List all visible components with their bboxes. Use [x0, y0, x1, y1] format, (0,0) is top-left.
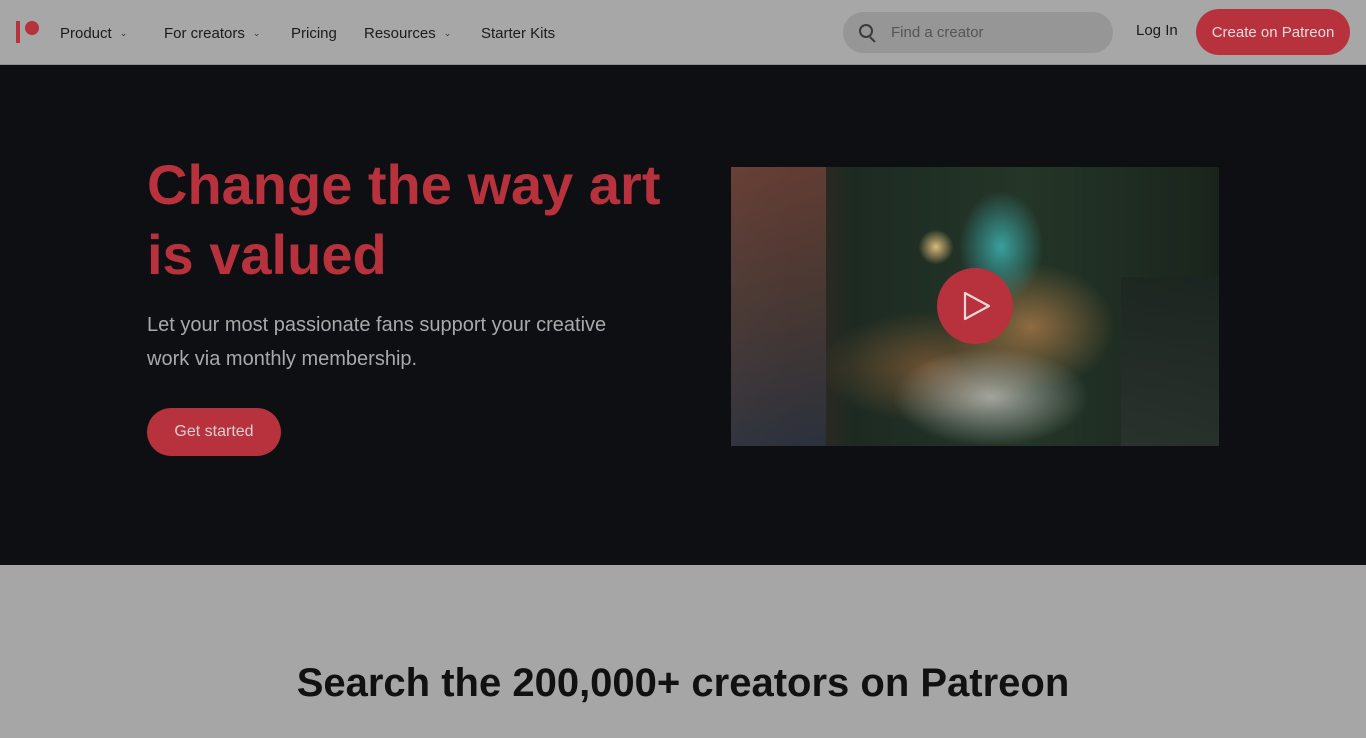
search-icon: [859, 23, 877, 43]
nav-item-label: Starter Kits: [481, 24, 556, 42]
hero-title: Change the way art is valued: [147, 153, 661, 286]
play-icon: [963, 291, 991, 321]
nav-item-label: For creators: [164, 24, 245, 42]
create-on-patreon-button[interactable]: Create on Patreon: [1196, 9, 1350, 55]
hero-subtitle: Let your most passionate fans support yo…: [147, 314, 607, 370]
login-link[interactable]: Log In: [1136, 22, 1178, 39]
creator-search-section: Search the 200,000+ creators on Patreon: [0, 565, 1366, 738]
nav-item-label: Pricing: [291, 24, 337, 42]
chevron-down-icon: ⌄: [252, 27, 261, 38]
patreon-logo[interactable]: [16, 19, 42, 45]
search-input[interactable]: [891, 24, 1091, 41]
logo-bar: [16, 21, 20, 43]
nav-item-starter-kits[interactable]: Starter Kits: [481, 22, 555, 44]
hero-section: Change the way art is valued Let your mo…: [0, 65, 1366, 565]
video-thumbnail-shade: [731, 167, 826, 446]
get-started-button[interactable]: Get started: [147, 408, 281, 456]
nav-item-product[interactable]: Product ⌄: [60, 22, 127, 44]
chevron-down-icon: ⌄: [119, 27, 128, 38]
nav-item-pricing[interactable]: Pricing: [291, 22, 337, 44]
creator-search[interactable]: [843, 12, 1113, 53]
nav-item-label: Product: [60, 24, 112, 42]
section-title: Search the 200,000+ creators on Patreon: [296, 661, 1070, 705]
nav-item-for-creators[interactable]: For creators ⌄: [164, 22, 260, 44]
top-nav: Product ⌄ For creators ⌄ Pricing Resourc…: [0, 0, 1366, 65]
play-button[interactable]: [937, 268, 1013, 344]
nav-item-label: Resources: [364, 24, 436, 42]
chevron-down-icon: ⌄: [443, 27, 452, 38]
logo-circle: [25, 21, 39, 35]
video-thumbnail-shade: [1121, 277, 1219, 446]
hero-video[interactable]: [731, 167, 1219, 446]
nav-item-resources[interactable]: Resources ⌄: [364, 22, 451, 44]
